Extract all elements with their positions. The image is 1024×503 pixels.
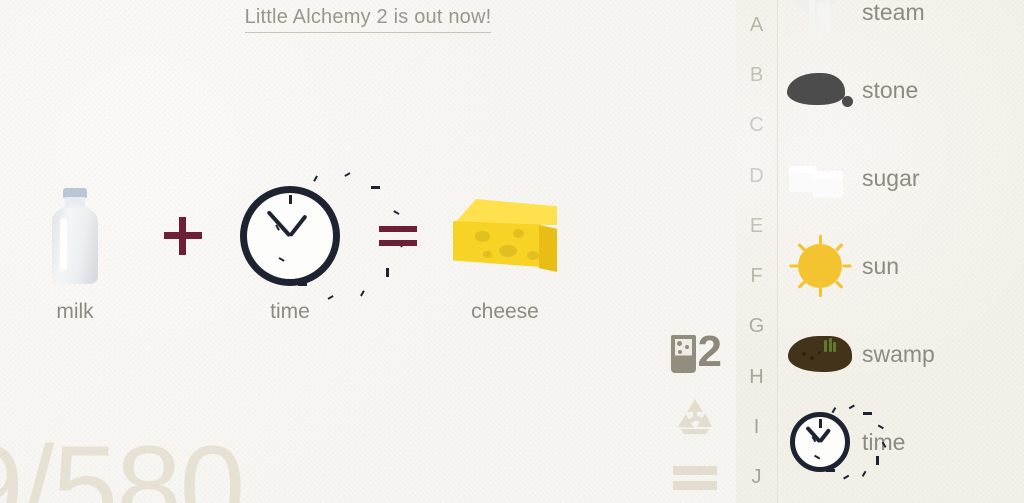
element-list-item-partial[interactable] [778, 486, 1024, 503]
equation-item-milk[interactable]: milk [0, 186, 150, 324]
sugar-icon [778, 158, 862, 198]
workspace[interactable]: Little Alchemy 2 is out now! 9/580 milk [0, 0, 736, 503]
equation-item-cheese[interactable]: cheese [430, 186, 580, 324]
element-list-item-time[interactable]: time [778, 398, 1024, 486]
promo-link[interactable]: Little Alchemy 2 is out now! [244, 6, 492, 33]
equation-label-cheese: cheese [471, 300, 539, 323]
combination-equation: milk time cheese [0, 172, 700, 336]
equation-label-time: time [270, 300, 310, 323]
reset-button[interactable] [662, 385, 728, 447]
hamburger-menu-icon [673, 460, 717, 496]
promo-banner: Little Alchemy 2 is out now! [0, 6, 736, 33]
element-list-item-swamp[interactable]: swamp [778, 310, 1024, 398]
clock-icon [778, 404, 887, 480]
swamp-icon [778, 336, 862, 372]
element-list-label: stone [862, 76, 919, 103]
alphabet-letter-a[interactable]: A [736, 0, 777, 50]
alphabet-letter-d[interactable]: D [736, 151, 777, 201]
alphabet-letter-h[interactable]: H [736, 352, 777, 402]
equation-label-milk: milk [56, 300, 94, 323]
alphabet-letter-i[interactable]: I [736, 402, 777, 452]
alphabet-letter-j[interactable]: J [736, 453, 777, 503]
alphabet-letter-g[interactable]: G [736, 302, 777, 352]
flask-two-icon: 2 [670, 327, 722, 376]
sun-icon [778, 235, 862, 297]
element-list-label: sun [862, 252, 900, 279]
discovered-counter: 9/580 [0, 422, 245, 503]
recycle-icon [678, 399, 712, 434]
element-list-item-stone[interactable]: stone [778, 46, 1024, 134]
alphabet-letter-e[interactable]: E [736, 201, 777, 251]
element-list-label: sugar [862, 164, 920, 191]
plus-icon [150, 186, 215, 286]
alphabet-letter-b[interactable]: B [736, 50, 777, 100]
steam-icon [778, 0, 862, 40]
element-list[interactable]: steam stone sugar sun swamp time [778, 0, 1024, 503]
element-list-item-sun[interactable]: sun [778, 222, 1024, 310]
element-list-item-sugar[interactable]: sugar [778, 134, 1024, 222]
alphabet-letter-f[interactable]: F [736, 251, 777, 301]
alphabet-rail: ABCDEFGHIJ [736, 0, 778, 503]
milk-bottle-icon [52, 186, 98, 286]
stone-icon [778, 73, 862, 107]
clock-icon [240, 172, 403, 300]
menu-button[interactable] [662, 447, 728, 503]
logo-two-label: 2 [697, 327, 722, 376]
element-list-label: swamp [862, 340, 935, 367]
element-list-label: steam [862, 0, 925, 25]
little-alchemy-2-logo-button[interactable]: 2 [662, 323, 728, 385]
cheese-wedge-icon [453, 186, 557, 286]
toolbar: 2 [662, 323, 728, 503]
equation-item-time[interactable]: time [215, 172, 403, 324]
equals-icon [365, 186, 430, 286]
alphabet-letter-c[interactable]: C [736, 101, 777, 151]
